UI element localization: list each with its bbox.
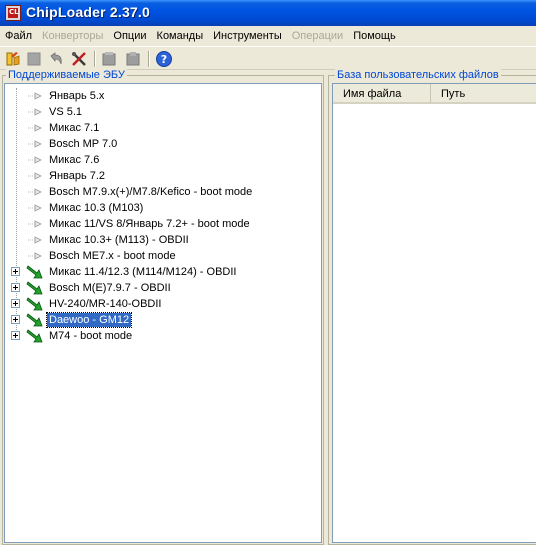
ecu-panel-caption: Поддерживаемые ЭБУ [6, 69, 127, 81]
tree-item-label: Январь 5.x [49, 90, 105, 102]
tree-item[interactable]: Bosch M7.9.x(+)/M7.8/Kefico - boot mode [5, 184, 321, 200]
expand-toggle-icon[interactable] [11, 331, 20, 340]
tree-item[interactable]: Микас 11/VS 8/Январь 7.2+ - boot mode [5, 216, 321, 232]
tree-item-label: Bosch M(E)7.9.7 - OBDII [49, 282, 171, 294]
tree-item-label: Bosch ME7.x - boot mode [49, 250, 176, 262]
tree-item[interactable]: Микас 7.6 [5, 152, 321, 168]
tree-item[interactable]: Bosch MP 7.0 [5, 136, 321, 152]
tree-item-label: Микас 10.3+ (M113) - OBDII [49, 234, 189, 246]
gray-arrow-icon [26, 200, 46, 216]
green-arrow-icon [26, 328, 46, 344]
write-chip-icon[interactable] [124, 50, 142, 68]
tree-item-label: Микас 11/VS 8/Январь 7.2+ - boot mode [49, 218, 250, 230]
gray-arrow-icon [26, 88, 46, 104]
tools-icon[interactable] [70, 50, 88, 68]
ecu-tree[interactable]: Январь 5.x VS 5.1 Микас 7.1 Bosch MP 7.0 Мик… [4, 83, 322, 543]
menu-help[interactable]: Помощь [348, 26, 401, 46]
green-arrow-icon [26, 264, 46, 280]
tree-item[interactable]: Микас 11.4/12.3 (M114/M124) - OBDII [5, 264, 321, 280]
open-flash-icon[interactable] [4, 50, 22, 68]
svg-text:?: ? [161, 53, 167, 66]
title-bar[interactable]: CL ChipLoader 2.37.0 [0, 0, 536, 26]
read-chip-icon[interactable] [100, 50, 118, 68]
tree-item[interactable]: Январь 7.2 [5, 168, 321, 184]
user-files-list[interactable]: Имя файла Путь [332, 83, 536, 543]
tree-item-label: VS 5.1 [49, 106, 83, 118]
tree-item-label: HV-240/MR-140-OBDII [49, 298, 162, 310]
tree-item-label: M74 - boot mode [49, 330, 133, 342]
tree-item[interactable]: VS 5.1 [5, 104, 321, 120]
toolbar-separator [94, 51, 96, 67]
undo-icon[interactable] [47, 50, 65, 68]
gray-arrow-icon [26, 168, 46, 184]
tree-item-label: Bosch M7.9.x(+)/M7.8/Kefico - boot mode [49, 186, 253, 198]
menu-tools[interactable]: Инструменты [208, 26, 287, 46]
expand-toggle-icon[interactable] [11, 283, 20, 292]
tree-item-label: Bosch MP 7.0 [49, 138, 118, 150]
gray-arrow-icon [26, 152, 46, 168]
tree-item[interactable]: Микас 10.3+ (M113) - OBDII [5, 232, 321, 248]
column-header-path[interactable]: Путь [431, 84, 536, 104]
gray-arrow-icon [26, 104, 46, 120]
gray-arrow-icon [26, 216, 46, 232]
green-arrow-icon [26, 312, 46, 328]
tree-item[interactable]: Bosch M(E)7.9.7 - OBDII [5, 280, 321, 296]
tree-item[interactable]: M74 - boot mode [5, 328, 321, 344]
tree-item[interactable]: Микас 10.3 (M103) [5, 200, 321, 216]
menu-options[interactable]: Опции [108, 26, 151, 46]
toolbar: ? [0, 46, 536, 70]
stop-icon[interactable] [25, 50, 43, 68]
tree-item-label: Микас 7.1 [49, 122, 100, 134]
gray-arrow-icon [26, 232, 46, 248]
tree-item[interactable]: Микас 7.1 [5, 120, 321, 136]
expand-toggle-icon[interactable] [11, 299, 20, 308]
tree-item[interactable]: Bosch ME7.x - boot mode [5, 248, 321, 264]
tree-item-label: Январь 7.2 [49, 170, 106, 182]
window-title: ChipLoader 2.37.0 [26, 4, 150, 20]
tree-item[interactable]: Январь 5.x [5, 88, 321, 104]
tree-item-label: Daewoo - GM12 [45, 312, 133, 328]
tree-item[interactable]: Daewoo - GM12 [5, 312, 321, 328]
menu-bar: Файл Конверторы Опции Команды Инструмент… [0, 26, 536, 46]
gray-arrow-icon [26, 248, 46, 264]
gray-arrow-icon [26, 136, 46, 152]
green-arrow-icon [26, 296, 46, 312]
help-icon[interactable]: ? [155, 50, 173, 68]
expand-toggle-icon[interactable] [11, 315, 20, 324]
gray-arrow-icon [26, 120, 46, 136]
tree-item-label: Микас 7.6 [49, 154, 100, 166]
tree-item-label: Микас 10.3 (M103) [49, 202, 144, 214]
tree-item[interactable]: HV-240/MR-140-OBDII [5, 296, 321, 312]
menu-operations[interactable]: Операции [287, 26, 348, 46]
column-header-filename[interactable]: Имя файла [333, 84, 431, 104]
menu-commands[interactable]: Команды [152, 26, 209, 46]
tree-item-label: Микас 11.4/12.3 (M114/M124) - OBDII [49, 266, 237, 278]
app-icon: CL [5, 5, 21, 21]
green-arrow-icon [26, 280, 46, 296]
toolbar-separator [148, 51, 150, 67]
expand-toggle-icon[interactable] [11, 267, 20, 276]
menu-converters[interactable]: Конверторы [37, 26, 108, 46]
menu-file[interactable]: Файл [0, 26, 37, 46]
gray-arrow-icon [26, 184, 46, 200]
user-files-caption: База пользовательских файлов [335, 69, 501, 81]
